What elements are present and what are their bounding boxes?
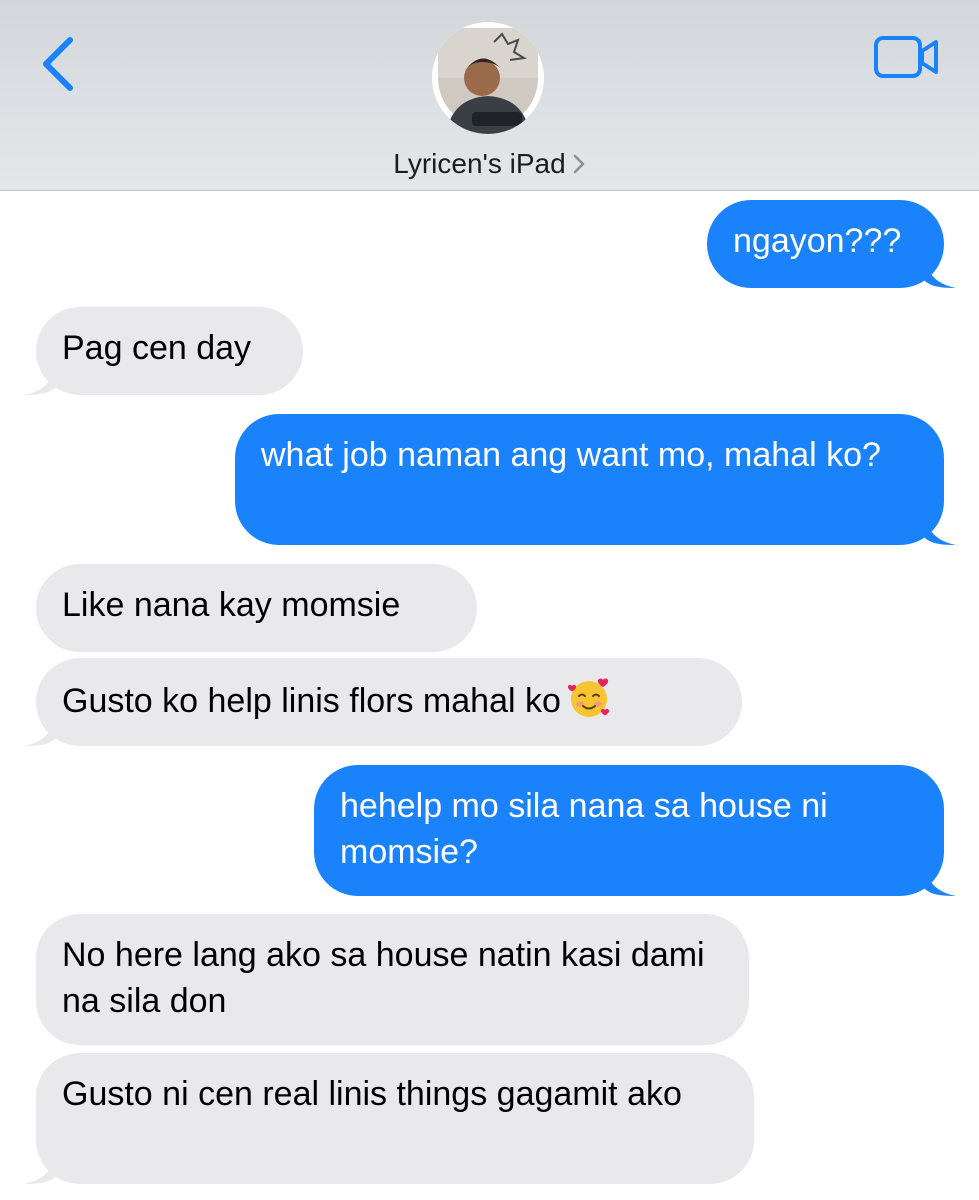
bubble-tail [924,515,956,545]
avatar-photo [438,28,538,134]
bubble-tail [24,1154,56,1184]
message-text: Gusto ko help linis flors mahal ko [62,682,561,720]
message-text: hehelp mo sila nana sa house ni momsie? [340,787,828,871]
video-camera-icon [874,36,938,78]
back-button[interactable] [32,34,82,94]
contact-avatar[interactable] [432,22,544,134]
message-bubble-sent[interactable]: ngayon??? [707,200,944,288]
chevron-left-icon [43,37,73,91]
message-bubble-sent[interactable]: hehelp mo sila nana sa house ni momsie? [314,765,944,896]
message-text: Gusto ni cen real linis things gagamit a… [62,1075,682,1113]
message-text: Pag cen day [62,329,252,367]
smiling-face-with-hearts-emoji [567,676,611,720]
message-text: No here lang ako sa house natin kasi dam… [62,936,705,1020]
conversation-header: Lyricen's iPad [0,0,979,191]
video-call-button[interactable] [872,34,942,80]
message-text: ngayon??? [733,222,902,260]
message-bubble-received[interactable]: Gusto ni cen real linis things gagamit a… [36,1053,754,1184]
contact-name-button[interactable]: Lyricen's iPad [0,145,979,183]
chevron-right-icon [572,146,586,174]
bubble-tail [924,258,956,288]
message-bubble-received[interactable]: Like nana kay momsie [36,564,477,652]
message-text: Like nana kay momsie [62,586,401,624]
bubble-tail [24,716,56,746]
message-bubble-received[interactable]: No here lang ako sa house natin kasi dam… [36,914,749,1045]
message-bubble-received[interactable]: Pag cen day [36,307,303,395]
contact-name: Lyricen's iPad [393,148,566,179]
message-bubble-received[interactable]: Gusto ko help linis flors mahal ko [36,658,742,746]
message-text: what job naman ang want mo, mahal ko? [261,436,881,474]
bubble-tail [24,365,56,395]
message-bubble-sent[interactable]: what job naman ang want mo, mahal ko? [235,414,944,545]
bubble-tail [924,866,956,896]
